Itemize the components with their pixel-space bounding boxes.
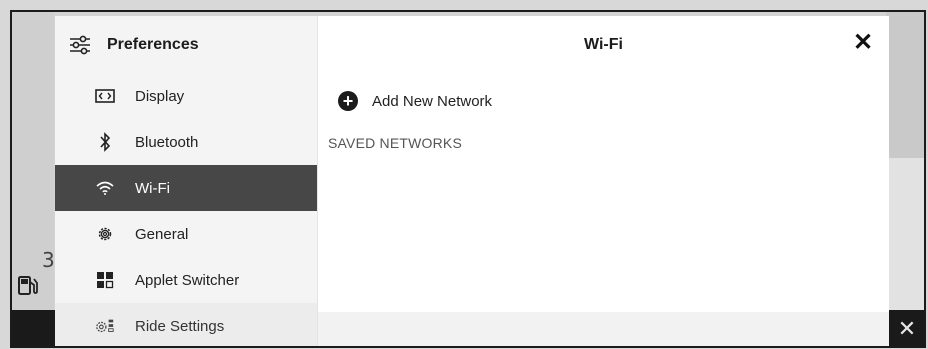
sidebar-item-general[interactable]: General [55, 211, 317, 257]
screen-frame: 3 ✕ Preferences Display Bluetooth Wi-Fi … [10, 10, 926, 348]
sidebar-item-label: General [135, 225, 189, 243]
saved-networks-heading: SAVED NETWORKS [328, 135, 463, 151]
panel-footer [318, 312, 889, 346]
sidebar-item-label: Applet Switcher [135, 271, 240, 289]
page-title: Wi-Fi [584, 35, 623, 53]
grid-icon [95, 270, 115, 290]
display-icon [95, 86, 115, 106]
sidebar-header: Preferences [55, 16, 317, 73]
preferences-dialog: Preferences Display Bluetooth Wi-Fi Gene… [55, 16, 889, 346]
sidebar-item-bluetooth[interactable]: Bluetooth [55, 119, 317, 165]
sliders-icon [70, 35, 90, 54]
gear-icon [95, 224, 115, 244]
background-right-panel-lower [886, 158, 924, 310]
sidebar-item-label: Bluetooth [135, 133, 199, 151]
sidebar-item-label: Ride Settings [135, 317, 225, 335]
wifi-icon [95, 178, 115, 198]
sidebar-item-ride-settings[interactable]: Ride Settings [55, 303, 317, 346]
sidebar-item-applet-switcher[interactable]: Applet Switcher [55, 257, 317, 303]
fuel-icon [18, 276, 38, 295]
sidebar-item-label: Wi-Fi [135, 179, 170, 197]
bluetooth-icon [95, 132, 115, 152]
wifi-panel: Wi-Fi ✕ + Add New Network SAVED NETWORKS [317, 16, 889, 346]
sidebar-item-display[interactable]: Display [55, 73, 317, 119]
background-gauge-digit: 3 [42, 248, 55, 272]
sidebar-item-label: Display [135, 87, 185, 105]
background-right-panel [886, 12, 924, 158]
add-new-network-label: Add New Network [372, 92, 493, 110]
sidebar-title: Preferences [107, 35, 199, 53]
preferences-sidebar: Preferences Display Bluetooth Wi-Fi Gene… [55, 16, 317, 346]
add-new-network-button[interactable]: + Add New Network [338, 87, 889, 115]
plus-circle-icon: + [338, 91, 358, 111]
sidebar-item-wifi[interactable]: Wi-Fi [55, 165, 317, 211]
close-icon[interactable]: ✕ [851, 31, 875, 56]
background-close-icon[interactable]: ✕ [894, 316, 920, 342]
ride-settings-icon [95, 316, 115, 336]
